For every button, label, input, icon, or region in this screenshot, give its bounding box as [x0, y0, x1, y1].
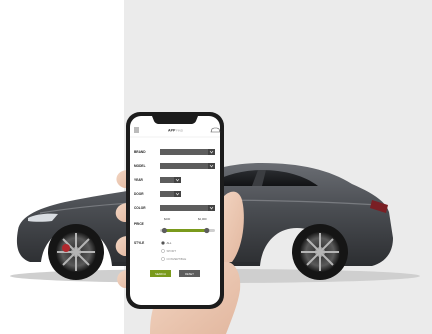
price-min-label: $200	[164, 217, 171, 221]
app-title-suffix: FIND	[176, 129, 184, 133]
svg-text:ALL: ALL	[167, 241, 172, 245]
price-slider-range	[164, 229, 207, 232]
price-min-handle[interactable]	[161, 227, 167, 234]
search-button-label: SEARCH	[155, 272, 166, 276]
phone-notch	[152, 116, 198, 124]
filter-label: BRAND	[134, 150, 146, 154]
illustration: APP FIND BRAND MODEL YEAR DOOR COLOR PRI…	[10, 112, 420, 334]
front-wheel	[48, 224, 104, 280]
app-title: APP	[168, 129, 176, 133]
style-option-all[interactable]: ALL	[161, 241, 172, 245]
style-label: STYLE	[134, 241, 144, 245]
phone: APP FIND BRAND MODEL YEAR DOOR COLOR PRI…	[126, 112, 224, 309]
scene: APP FIND BRAND MODEL YEAR DOOR COLOR PRI…	[0, 0, 432, 334]
svg-text:SPORT: SPORT	[167, 249, 177, 253]
filter-label: YEAR	[134, 178, 144, 182]
price-max-label: $2,000	[198, 217, 207, 221]
filter-label: MODEL	[134, 164, 146, 168]
rear-wheel	[292, 224, 348, 280]
reset-button[interactable]: RESET	[179, 270, 200, 277]
price-label: PRICE	[134, 222, 144, 226]
filter-label: COLOR	[134, 206, 146, 210]
filter-label: DOOR	[134, 192, 144, 196]
svg-text:CONVERTIBLE: CONVERTIBLE	[167, 257, 187, 261]
price-max-handle[interactable]	[204, 227, 210, 234]
search-button[interactable]: SEARCH	[150, 270, 171, 277]
reset-button-label: RESET	[185, 272, 194, 276]
